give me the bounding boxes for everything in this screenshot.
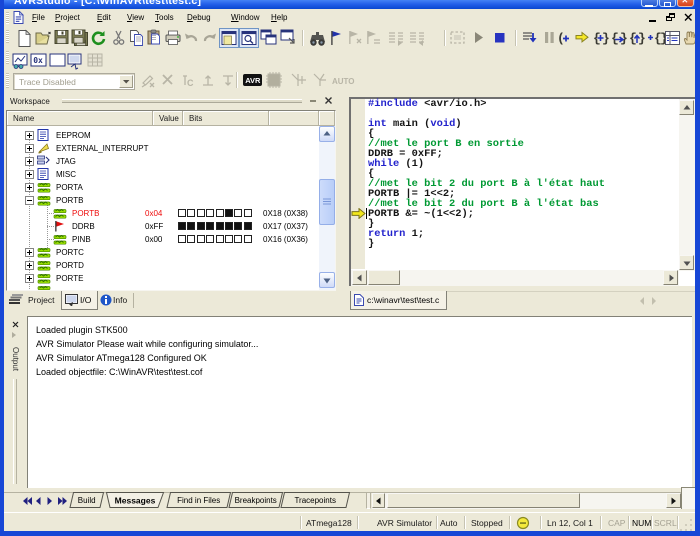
svg-text:{: { — [629, 31, 637, 46]
svg-text:Find in Files: Find in Files — [177, 496, 220, 505]
svg-text:Breakpoints: Breakpoints — [235, 496, 277, 505]
svg-text:0x: 0x — [33, 56, 43, 65]
svg-text:AUTO: AUTO — [332, 77, 355, 86]
svg-text:{: { — [611, 31, 619, 46]
svg-text:Build: Build — [78, 496, 96, 505]
svg-text:Messages: Messages — [115, 496, 156, 506]
svg-text:Tracepoints: Tracepoints — [294, 496, 336, 505]
svg-text:C: C — [187, 78, 194, 88]
svg-text:AVR: AVR — [245, 76, 261, 85]
